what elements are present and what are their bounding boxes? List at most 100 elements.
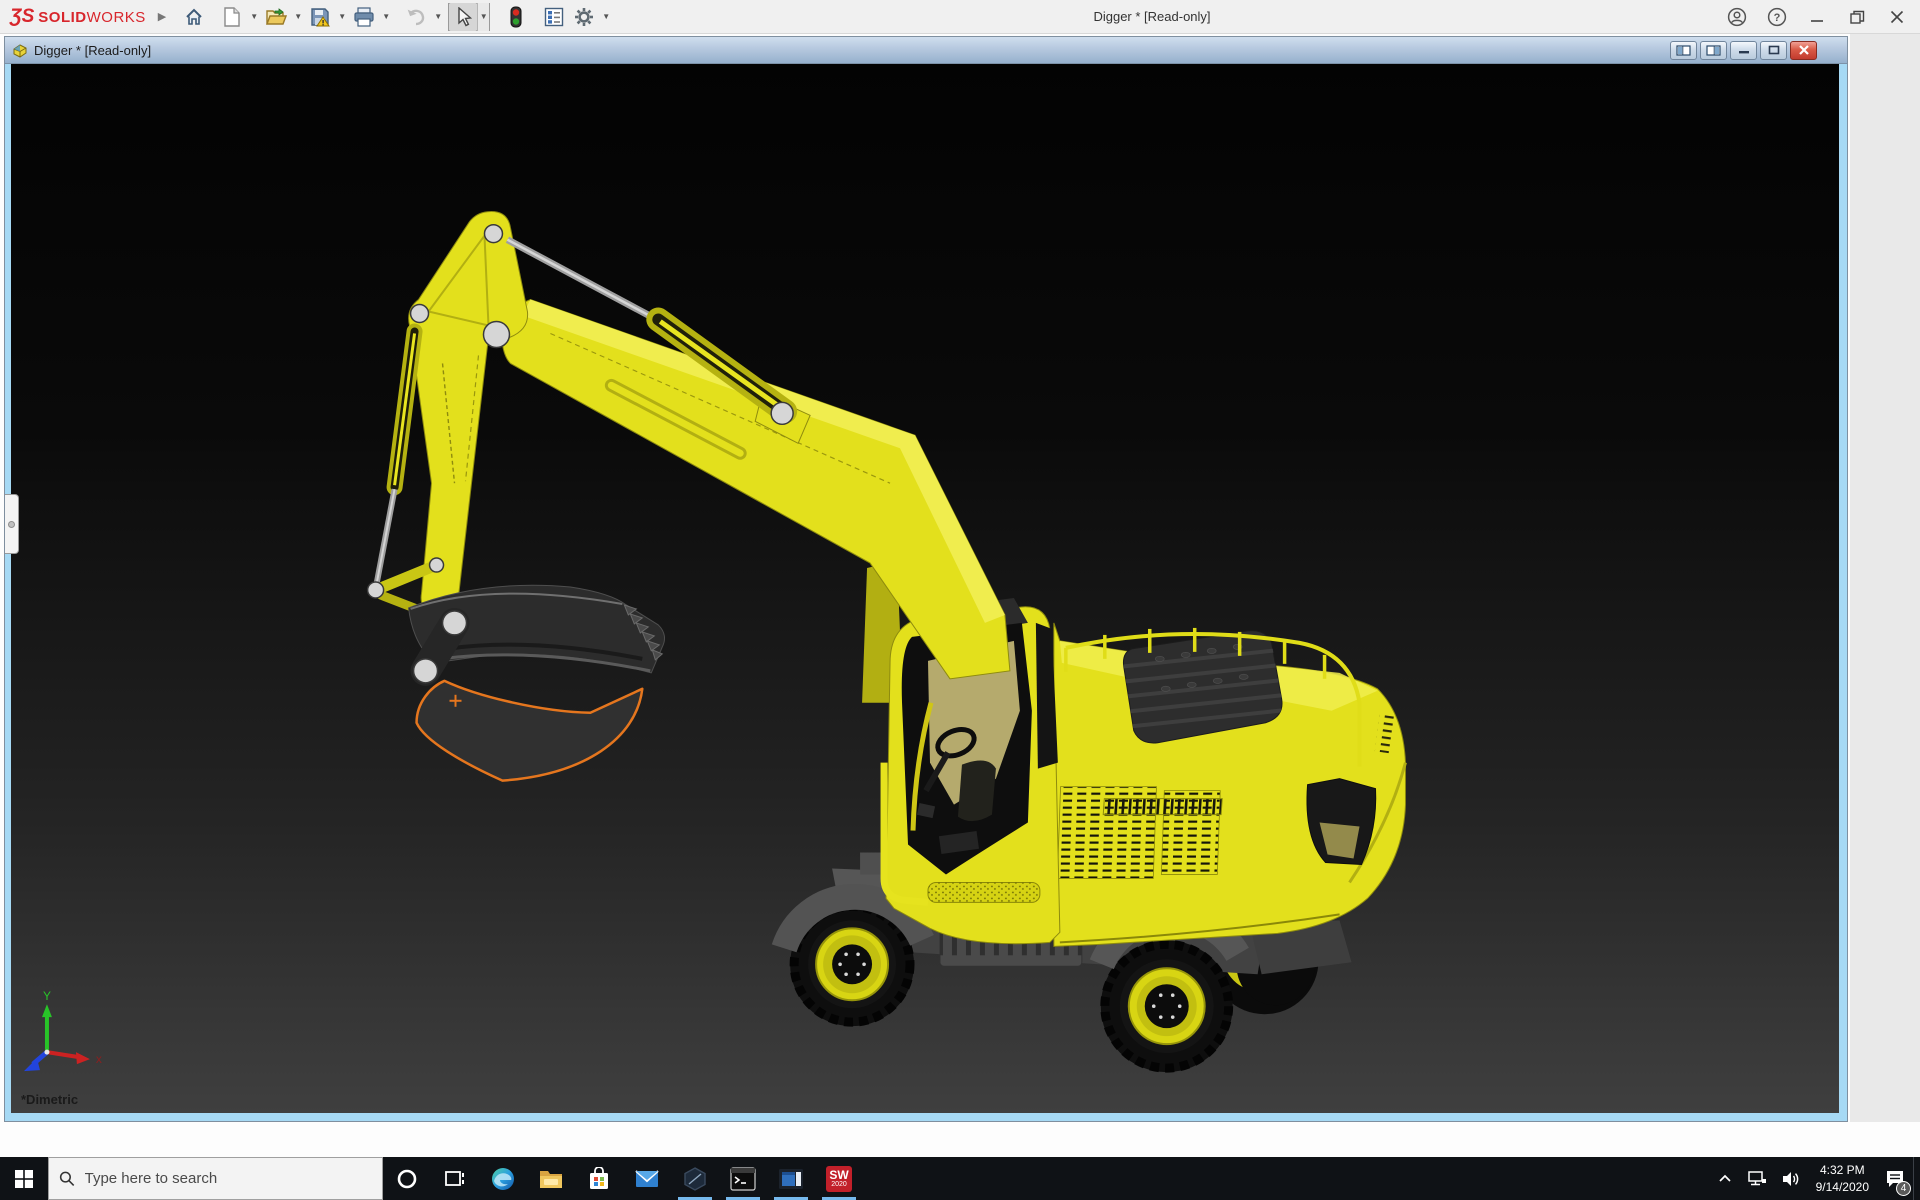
taskbar-clock[interactable]: 4:32 PM 9/14/2020 [1808, 1157, 1877, 1200]
toggle-left-pane-button[interactable] [1670, 40, 1697, 60]
rear-wheel[interactable] [1100, 939, 1234, 1073]
file-properties-icon [545, 7, 564, 26]
task-pane-collapsed-strip[interactable] [1850, 34, 1920, 1122]
document-titlebar[interactable]: Digger * [Read-only] [5, 37, 1847, 64]
volume-icon [1782, 1171, 1798, 1186]
undo-button[interactable] [402, 3, 430, 31]
solidworks-logo-mark: ƷS [10, 5, 35, 27]
triad-y-label: Y [43, 989, 51, 1003]
help-button[interactable]: ? [1760, 2, 1794, 32]
clock-date: 9/14/2020 [1815, 1179, 1869, 1194]
open-folder-icon [266, 7, 288, 25]
home-icon [186, 8, 202, 25]
dipper-arm[interactable] [408, 211, 529, 619]
taskbar-app-3d[interactable] [671, 1157, 719, 1200]
taskbar-app-solidworks[interactable]: SW 2020 [815, 1157, 863, 1200]
select-tool-button[interactable] [449, 2, 478, 31]
task-view-button[interactable] [431, 1157, 479, 1200]
windows-taskbar: SW 2020 4:32 PM 9/14/2020 [0, 1157, 1920, 1200]
menu-expand-arrow-icon[interactable]: ▶ [158, 10, 166, 23]
document-close-icon [1798, 45, 1809, 55]
open-button[interactable] [262, 3, 290, 31]
solidworks-logo: ƷS SOLID WORKS [10, 6, 146, 28]
network-status-button[interactable] [1740, 1157, 1774, 1200]
solidworks-taskbar-letters: SW [829, 1168, 849, 1182]
print-icon [354, 6, 374, 27]
windows-start-icon [15, 1169, 33, 1188]
3d-viewport[interactable]: Y x *Dimetric [5, 64, 1847, 1121]
cortana-button[interactable] [383, 1157, 431, 1200]
options-button[interactable] [570, 3, 598, 31]
brand-text-light: WORKS [86, 8, 146, 26]
selected-bucket-face[interactable] [415, 679, 644, 782]
feature-manager-collapsed-tab[interactable] [5, 494, 19, 554]
start-button[interactable] [0, 1157, 48, 1200]
dipper-cylinder[interactable] [372, 323, 423, 590]
options-dropdown[interactable]: ▼ [600, 3, 612, 31]
deck-vent-strip [1102, 798, 1223, 816]
search-icon [59, 1171, 75, 1186]
save-button[interactable] [306, 3, 334, 31]
taskbar-app-command-prompt[interactable] [719, 1157, 767, 1200]
app-titlebar: ƷS SOLID WORKS ▶ ▼ ▼ ▼ ▼ ▼ ▼ ▼ Digger * … [0, 0, 1920, 34]
minimize-button[interactable] [1800, 2, 1834, 32]
hexagon-app-icon [684, 1166, 706, 1191]
select-tool-dropdown[interactable]: ▼ [477, 2, 490, 31]
chevron-up-icon [1719, 1174, 1731, 1182]
taskbar-search[interactable] [48, 1157, 383, 1200]
pane-right-icon [1706, 44, 1721, 56]
document-title: Digger * [Read-only] [34, 42, 152, 58]
orientation-triad[interactable]: Y x [23, 989, 102, 1072]
mail-icon [635, 1169, 659, 1187]
network-icon [1747, 1170, 1766, 1185]
taskbar-app-store[interactable] [575, 1157, 623, 1200]
restore-button[interactable] [1840, 2, 1874, 32]
model-scene[interactable]: Y x [11, 64, 1839, 1113]
save-dropdown[interactable]: ▼ [336, 3, 348, 31]
document-minimize-button[interactable] [1730, 40, 1757, 60]
home-button[interactable] [180, 3, 208, 31]
document-restore-button[interactable] [1760, 40, 1787, 60]
print-dropdown[interactable]: ▼ [380, 3, 392, 31]
brand-text-bold: SOLID [38, 8, 87, 26]
search-input[interactable] [84, 1170, 372, 1187]
undo-icon [407, 9, 425, 25]
cortana-icon [397, 1169, 417, 1188]
close-icon [1890, 10, 1904, 24]
new-document-button[interactable] [218, 3, 246, 31]
document-minimize-icon [1738, 51, 1749, 54]
open-dropdown[interactable]: ▼ [292, 3, 304, 31]
taskbar-app-file-explorer[interactable] [527, 1157, 575, 1200]
traffic-light-icon [510, 6, 522, 27]
close-button[interactable] [1880, 2, 1914, 32]
volume-button[interactable] [1774, 1157, 1808, 1200]
new-document-dropdown[interactable]: ▼ [248, 3, 260, 31]
panel-tab-handle-icon [8, 520, 15, 528]
clock-time: 4:32 PM [1819, 1163, 1865, 1178]
taskbar-app-edge[interactable] [479, 1157, 527, 1200]
file-properties-button[interactable] [540, 3, 568, 31]
triad-x-label: x [96, 1052, 102, 1066]
account-button[interactable] [1720, 2, 1754, 32]
document-close-button[interactable] [1790, 40, 1817, 60]
excavator-model[interactable] [366, 211, 1407, 1073]
system-tray: 4:32 PM 9/14/2020 4 [1710, 1157, 1920, 1200]
app-client-area: Digger * [Read-only] Y x *Dimetric [0, 34, 1920, 1157]
print-button[interactable] [350, 3, 378, 31]
show-desktop-button[interactable] [1913, 1157, 1920, 1200]
taskbar-app-mail[interactable] [623, 1157, 671, 1200]
restore-icon [1849, 10, 1864, 24]
bucket[interactable] [408, 584, 666, 782]
toggle-right-pane-button[interactable] [1700, 40, 1727, 60]
edge-icon [492, 1167, 514, 1190]
taskbar-app-remote-window[interactable] [767, 1157, 815, 1200]
notification-center-button[interactable]: 4 [1877, 1157, 1913, 1200]
store-icon [590, 1166, 608, 1189]
pane-left-icon [1676, 44, 1691, 56]
command-prompt-icon [730, 1166, 756, 1191]
undo-dropdown[interactable]: ▼ [432, 3, 444, 31]
document-restore-icon [1768, 45, 1779, 55]
rebuild-button[interactable] [502, 3, 530, 31]
tray-chevron-button[interactable] [1710, 1157, 1740, 1200]
remote-window-icon [779, 1168, 803, 1189]
